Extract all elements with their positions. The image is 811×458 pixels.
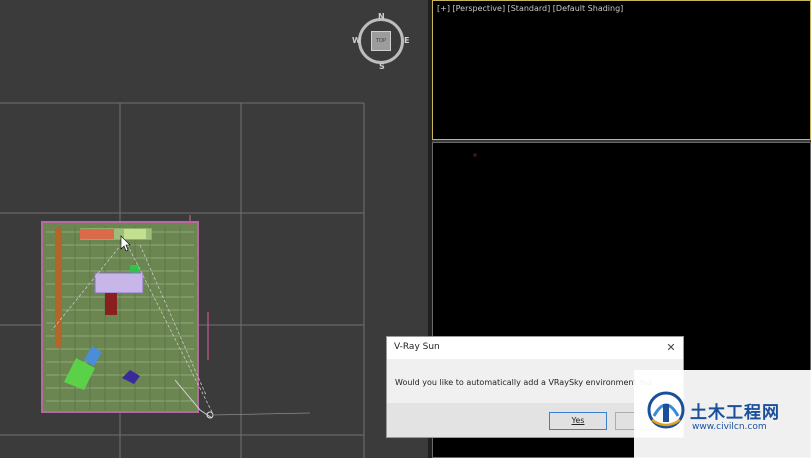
compass-north-label: N [378, 12, 385, 21]
dialog-title: V-Ray Sun [394, 342, 440, 352]
watermark: 土木工程网 www.civilcn.com [634, 370, 811, 458]
dialog-title-bar[interactable]: V-Ray Sun ✕ [387, 337, 683, 359]
yes-button-label: Yes [571, 416, 585, 425]
watermark-title: 土木工程网 [690, 403, 780, 423]
yes-button[interactable]: Yes [549, 412, 607, 430]
compass-south-label: S [379, 62, 385, 71]
viewcube[interactable]: TOP N S E W [352, 12, 410, 72]
compass-west-label: W [352, 36, 361, 45]
top-viewport[interactable]: TOP N S E W [0, 0, 428, 458]
close-icon[interactable]: ✕ [663, 340, 679, 356]
watermark-url: www.civilcn.com [692, 422, 767, 432]
viewcube-top-face[interactable]: TOP [371, 31, 391, 51]
viewport-label-menu[interactable]: [+] [Perspective] [Standard] [Default Sh… [437, 4, 623, 13]
compass-east-label: E [404, 36, 410, 45]
dialog-message: Would you like to automatically add a VR… [395, 378, 652, 387]
viewport-point-marker [473, 153, 477, 157]
floor-plan-model [41, 215, 311, 419]
civilcn-logo-icon [647, 391, 685, 429]
perspective-viewport[interactable]: [+] [Perspective] [Standard] [Default Sh… [432, 0, 811, 140]
